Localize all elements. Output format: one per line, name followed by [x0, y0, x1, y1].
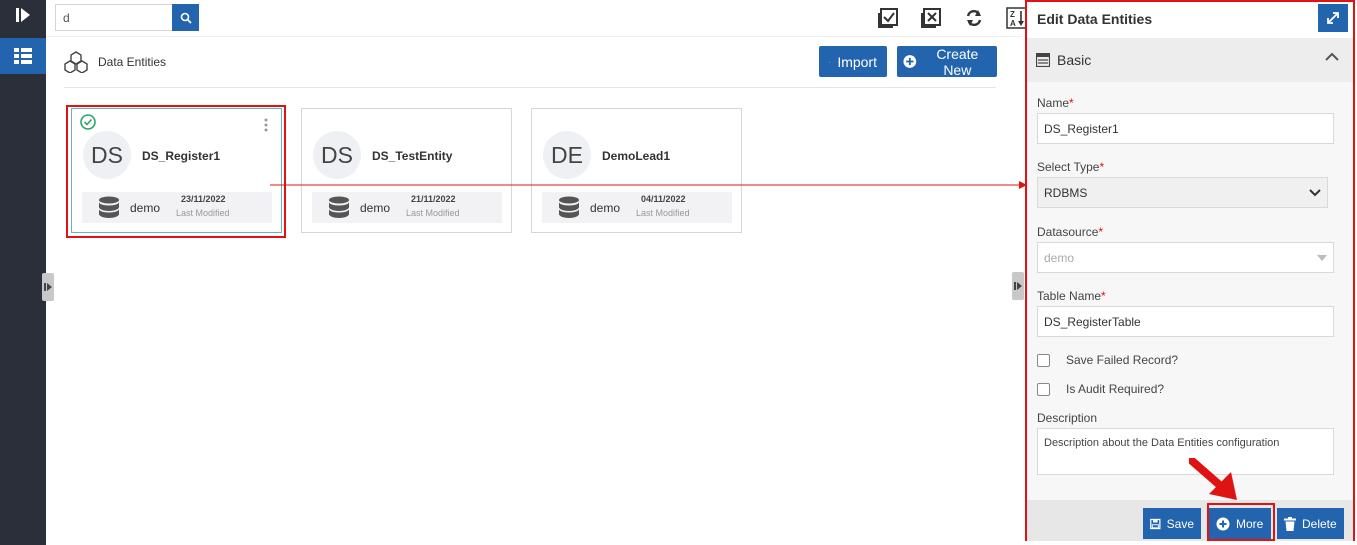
card-title: DemoLead1: [602, 149, 671, 163]
edit-panel: Edit Data Entities Basic Name* DS_Regist…: [1025, 0, 1355, 541]
left-nav: [0, 0, 46, 545]
save-failed-checkbox[interactable]: [1037, 354, 1050, 367]
datasource-dropdown[interactable]: demo: [1037, 242, 1334, 273]
refresh-icon: [966, 9, 981, 27]
top-divider: [46, 36, 1022, 37]
svg-text:A: A: [1010, 19, 1016, 28]
card-title: DS_TestEntity: [372, 149, 453, 163]
panel-header: Edit Data Entities: [1027, 2, 1353, 36]
header-divider: [64, 87, 996, 88]
left-collapse-handle[interactable]: [42, 273, 54, 301]
save-label: Save: [1166, 516, 1194, 531]
plus-circle-icon: [903, 55, 917, 68]
refresh-button[interactable]: [952, 6, 995, 30]
expand-nav-icon: [16, 8, 30, 22]
list-icon: [14, 48, 32, 64]
datasource-label: Datasource*: [1037, 225, 1104, 239]
database-icon: [559, 196, 579, 218]
select-all-button[interactable]: [866, 6, 909, 30]
search-bar: [55, 4, 199, 31]
right-collapse-handle[interactable]: [1012, 272, 1024, 300]
card-date: 21/11/2022: [411, 194, 456, 204]
search-icon: [180, 12, 192, 24]
select-type-dropdown[interactable]: RDBMS: [1037, 177, 1328, 208]
page-title: Data Entities: [98, 55, 167, 69]
avatar: DS: [313, 131, 361, 179]
basic-form: Name* DS_Register1 Select Type* RDBMS Da…: [1027, 82, 1353, 500]
select-type-label: Select Type*: [1037, 160, 1105, 174]
check-all-icon: [877, 8, 898, 28]
import-button[interactable]: Import: [819, 46, 887, 77]
search-button[interactable]: [172, 4, 199, 31]
table-name-field[interactable]: DS_RegisterTable: [1037, 306, 1334, 337]
more-button-highlight: [1207, 503, 1275, 541]
table-name-label: Table Name*: [1037, 289, 1106, 303]
panel-footer: Save More Delete: [1027, 500, 1353, 541]
chevron-up-icon: [1325, 52, 1339, 61]
save-icon: [1150, 518, 1161, 529]
audit-required-label: Is Audit Required?: [1066, 382, 1165, 396]
select-type-value: RDBMS: [1044, 185, 1088, 200]
name-label: Name*: [1037, 96, 1074, 110]
delete-label: Delete: [1302, 516, 1337, 531]
trash-icon: [1284, 516, 1296, 531]
database-icon: [329, 196, 349, 218]
expand-icon: [1327, 12, 1339, 24]
svg-text:Z: Z: [1010, 10, 1015, 19]
connector-arrow: [270, 181, 1027, 189]
search-input[interactable]: [55, 4, 172, 31]
selection-highlight: [66, 105, 286, 238]
chevron-down-icon: [1309, 188, 1321, 196]
create-new-label: Create New: [936, 45, 979, 78]
toolbar: Z A: [866, 6, 1038, 30]
description-field[interactable]: Description about the Data Entities conf…: [1037, 428, 1334, 475]
pointer-arrow: [1189, 458, 1237, 500]
delete-button[interactable]: Delete: [1277, 508, 1344, 539]
expand-panel-button[interactable]: [1318, 4, 1348, 32]
download-icon: [829, 60, 831, 63]
save-button[interactable]: Save: [1143, 508, 1201, 539]
uncheck-all-icon: [920, 8, 941, 28]
chevron-right-icon: [1014, 282, 1022, 290]
expand-nav-button[interactable]: [0, 0, 46, 30]
card-datasource: demo: [590, 201, 621, 215]
section-title: Basic: [1057, 52, 1092, 68]
entity-card-ds-testentity[interactable]: DS DS_TestEntity demo 21/11/2022 Last Mo…: [301, 108, 512, 233]
datasource-value: demo: [1044, 250, 1075, 265]
deselect-all-button[interactable]: [909, 6, 952, 30]
caret-down-icon: [1317, 254, 1327, 261]
avatar: DE: [543, 131, 591, 179]
card-modified-label: Last Modified: [636, 208, 690, 218]
card-modified-label: Last Modified: [406, 208, 460, 218]
create-new-button[interactable]: Create New: [897, 45, 997, 78]
card-date: 04/11/2022: [641, 194, 686, 204]
form-icon: [1036, 53, 1050, 67]
entity-card-demolead1[interactable]: DE DemoLead1 demo 04/11/2022 Last Modifi…: [531, 108, 742, 233]
save-failed-label: Save Failed Record?: [1066, 353, 1179, 367]
chevron-right-icon: [44, 283, 52, 291]
card-footer: demo 04/11/2022 Last Modified: [542, 192, 732, 223]
import-label: Import: [837, 53, 877, 70]
name-field[interactable]: DS_Register1: [1037, 113, 1334, 144]
audit-required-checkbox[interactable]: [1037, 383, 1050, 396]
description-label: Description: [1037, 411, 1098, 425]
card-datasource: demo: [360, 201, 391, 215]
card-footer: demo 21/11/2022 Last Modified: [312, 192, 502, 223]
panel-title: Edit Data Entities: [1037, 11, 1153, 27]
section-basic-header[interactable]: Basic: [1027, 38, 1353, 82]
nav-item-data-entities[interactable]: [0, 38, 46, 74]
data-entities-icon: [64, 51, 88, 78]
